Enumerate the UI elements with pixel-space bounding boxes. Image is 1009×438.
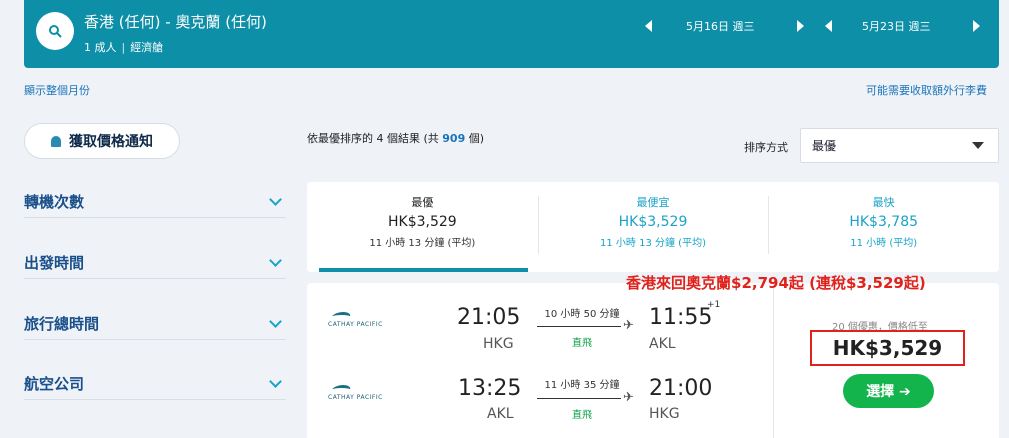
return-next-arrow-icon[interactable] [972, 20, 980, 32]
filter-label: 轉機次數 [24, 193, 85, 211]
day-offset: +1 [707, 300, 721, 310]
tab-duration: 11 小時 (平均) [850, 238, 918, 249]
airline-logo-outbound: CATHAY PACIFIC [328, 312, 383, 328]
inbound-duration: 11 小時 35 分鐘 [544, 380, 620, 391]
inbound-stops: 直飛 [572, 410, 592, 421]
chevron-down-icon [269, 192, 282, 206]
sort-tabs: 最優 HK$3,529 11 小時 13 分鐘 (平均) 最便宜 HK$3,52… [307, 182, 999, 272]
extra-fees-link[interactable]: 可能需要收取額外行李費 [866, 82, 987, 98]
search-summary-bar[interactable]: 香港 (任何) - 奧克蘭 (任何) 1 成人 | 經濟艙 5月16日 週三 5月2… [24, 0, 999, 68]
chevron-down-icon [269, 374, 282, 388]
inbound-dep-code: AKL [487, 406, 514, 422]
cathay-logo-icon [329, 312, 353, 321]
cathay-logo-icon [329, 385, 353, 394]
depart-date-picker: 5月16日 週三 [645, 16, 804, 36]
tab-best[interactable]: 最優 HK$3,529 11 小時 13 分鐘 (平均) [307, 182, 538, 272]
route-title: 香港 (任何) - 奧克蘭 (任何) [84, 13, 267, 31]
filter-stops[interactable]: 轉機次數 [24, 186, 286, 218]
tab-price: HK$3,529 [387, 214, 457, 230]
airline-name: CATHAY PACIFIC [328, 394, 383, 401]
plane-icon: ✈ [623, 390, 634, 405]
outbound-dep-time: 21:05 [457, 305, 521, 330]
airline-name: CATHAY PACIFIC [328, 321, 383, 328]
plane-icon: ✈ [623, 318, 634, 333]
return-date[interactable]: 5月23日 週三 [862, 18, 931, 34]
inbound-dep-time: 13:25 [458, 376, 522, 401]
price-alert-button[interactable]: 獲取價格通知 [24, 123, 180, 159]
inbound-route-line [537, 398, 621, 399]
return-date-picker: 5月23日 週三 [825, 16, 980, 36]
filter-label: 旅行總時間 [24, 315, 100, 333]
select-button[interactable]: 選擇 ➔ [843, 374, 934, 408]
cabin-class: 經濟艙 [130, 41, 164, 54]
tab-duration: 11 小時 13 分鐘 (平均) [600, 238, 706, 249]
passenger-cabin-info: 1 成人 | 經濟艙 [84, 41, 164, 54]
depart-next-arrow-icon[interactable] [796, 20, 804, 32]
results-total: 909 [442, 132, 466, 145]
return-prev-arrow-icon[interactable] [825, 20, 832, 32]
show-month-link[interactable]: 顯示整個月份 [24, 82, 90, 98]
filter-label: 出發時間 [24, 254, 85, 272]
tab-fastest[interactable]: 最快 HK$3,785 11 小時 (平均) [768, 182, 999, 272]
search-icon [49, 25, 62, 38]
inbound-arr-code: HKG [649, 406, 680, 422]
tab-title: 最便宜 [636, 196, 670, 209]
outbound-arr-code: AKL [649, 336, 676, 352]
sort-select[interactable]: 最優 [800, 128, 999, 163]
filter-label: 航空公司 [24, 375, 85, 393]
airline-logo-inbound: CATHAY PACIFIC [328, 385, 383, 401]
tab-cheapest[interactable]: 最便宜 HK$3,529 11 小時 13 分鐘 (平均) [537, 182, 769, 272]
tab-price: HK$3,785 [849, 214, 919, 230]
outbound-dep-code: HKG [483, 336, 514, 352]
flight-price: HK$3,529 [810, 330, 965, 366]
outbound-arr-time: 11:55 [649, 305, 713, 330]
price-alert-label: 獲取價格通知 [69, 134, 153, 150]
bell-icon [51, 135, 61, 147]
passenger-count: 1 成人 [84, 41, 117, 54]
tab-title: 最優 [411, 196, 434, 209]
promo-annotation: 香港來回奧克蘭$2,794起 (連稅$3,529起) [626, 274, 926, 292]
filter-departure-time[interactable]: 出發時間 [24, 247, 286, 279]
sort-label: 排序方式 [744, 141, 788, 154]
tab-title: 最快 [872, 196, 895, 209]
tab-duration: 11 小時 13 分鐘 (平均) [369, 238, 476, 249]
inbound-arr-time: 21:00 [649, 376, 713, 401]
active-tab-indicator [319, 268, 528, 272]
sort-value: 最優 [812, 139, 837, 153]
results-prefix: 依最優排序的 4 個結果 (共 [307, 132, 443, 145]
outbound-duration: 10 小時 50 分鐘 [544, 309, 620, 320]
results-summary: 依最優排序的 4 個結果 (共 909 個) [307, 130, 484, 146]
filter-total-duration[interactable]: 旅行總時間 [24, 308, 286, 340]
depart-prev-arrow-icon[interactable] [645, 20, 652, 32]
filter-airlines[interactable]: 航空公司 [24, 368, 286, 400]
search-button[interactable] [36, 12, 74, 50]
depart-date[interactable]: 5月16日 週三 [686, 18, 755, 34]
dropdown-arrow-icon [972, 142, 984, 149]
tab-price: HK$3,529 [618, 214, 688, 230]
chevron-down-icon [269, 314, 282, 328]
outbound-stops: 直飛 [572, 338, 592, 349]
results-suffix: 個) [465, 132, 485, 145]
outbound-route-line [537, 326, 621, 327]
chevron-down-icon [269, 253, 282, 267]
